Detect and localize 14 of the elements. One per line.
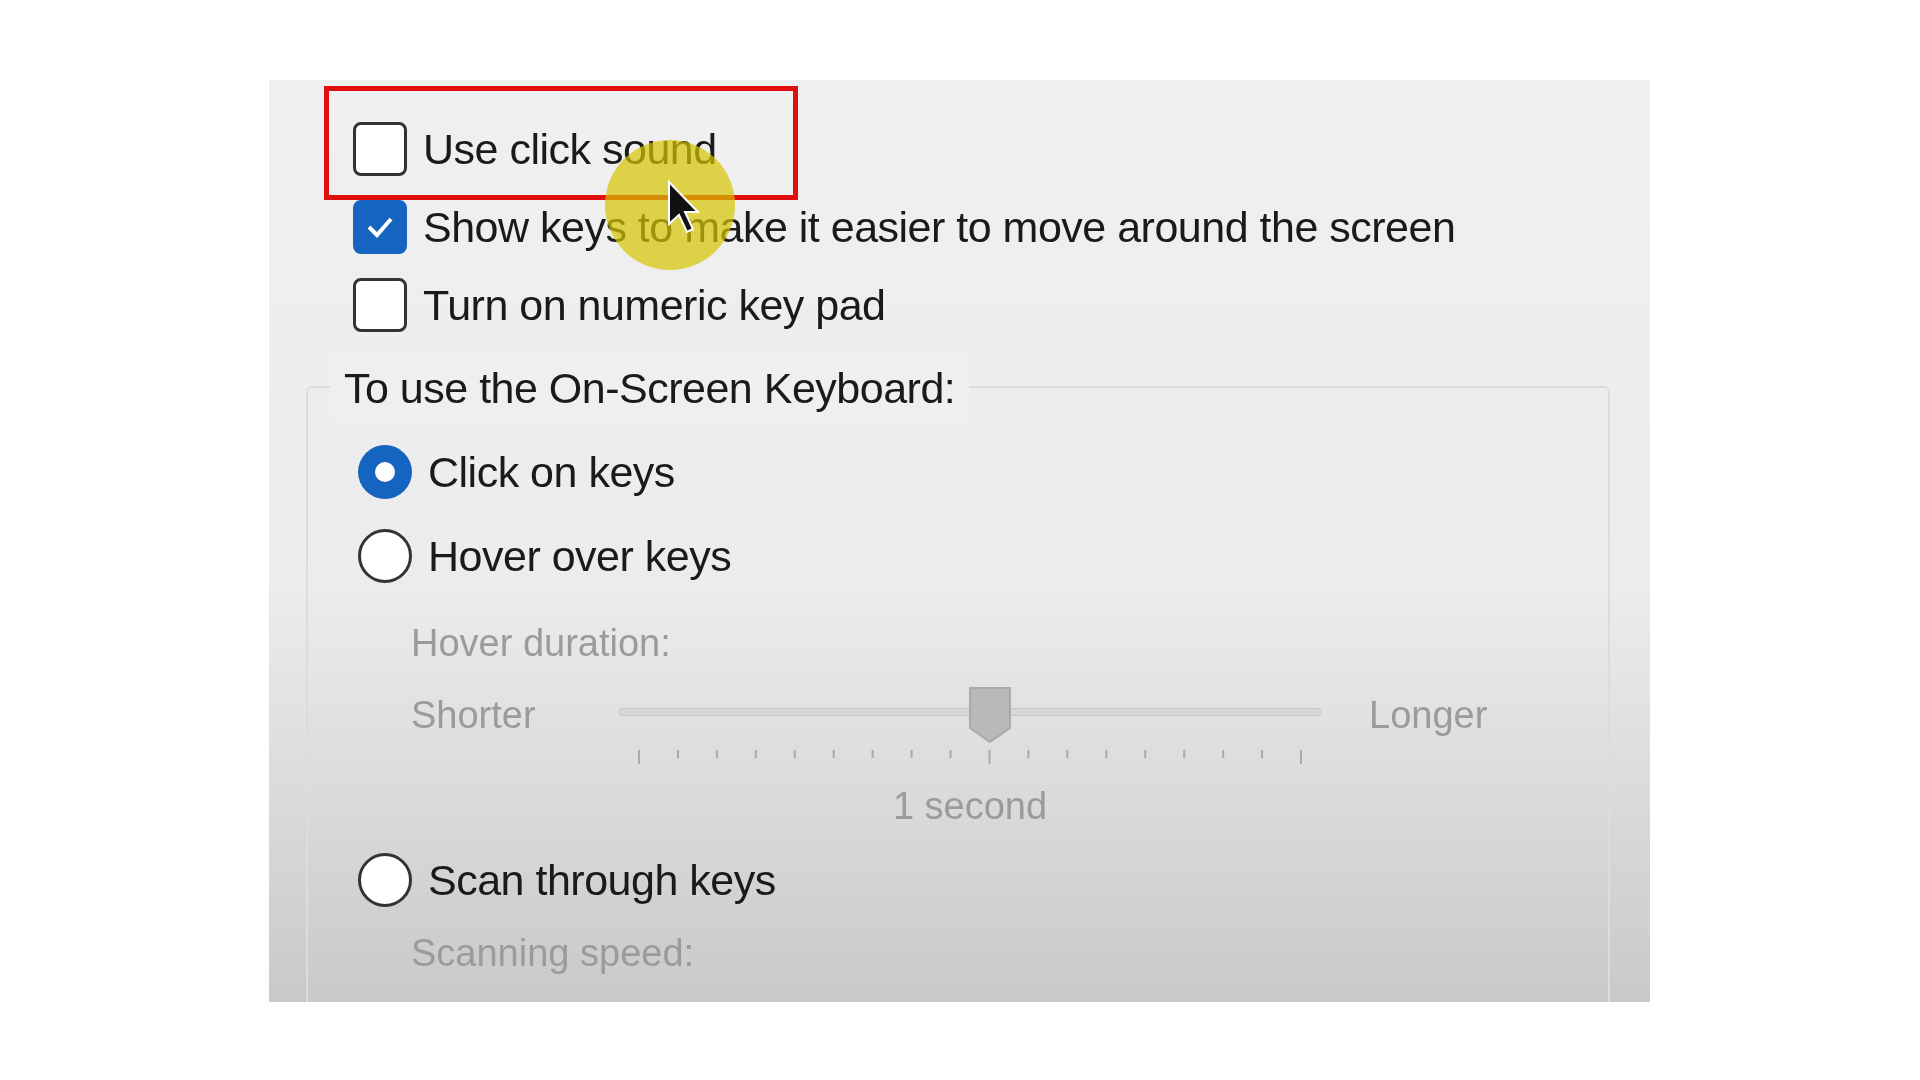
checkbox[interactable] <box>353 200 407 254</box>
radio-button[interactable] <box>358 445 412 499</box>
checkbox-label: Turn on numeric key pad <box>423 279 886 331</box>
radio-button[interactable] <box>358 853 412 907</box>
checkbox[interactable] <box>353 278 407 332</box>
radio-label: Click on keys <box>428 446 675 498</box>
setting-label: Hover duration: <box>411 621 672 666</box>
slider-max-label: Longer <box>1369 692 1489 738</box>
checkbox[interactable] <box>353 122 407 176</box>
slider-min-label: Shorter <box>411 692 537 738</box>
slider-reading: 1 second <box>892 784 1048 829</box>
radio-label: Hover over keys <box>428 530 732 582</box>
radio-label: Scan through keys <box>428 854 776 906</box>
radio-button[interactable] <box>358 529 412 583</box>
